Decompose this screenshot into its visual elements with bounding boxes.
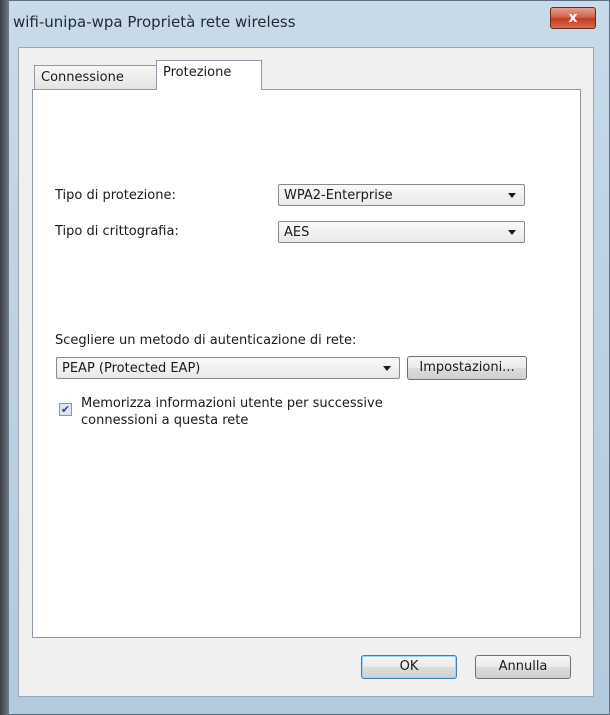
dialog-body: Connessione Protezione Tipo di protezion… — [18, 47, 594, 697]
tab-protezione[interactable]: Protezione — [156, 60, 262, 90]
tab-connessione[interactable]: Connessione — [34, 65, 158, 89]
security-type-label: Tipo di protezione: — [55, 188, 176, 203]
window-title: wifi-unipa-wpa Proprietà rete wireless — [13, 13, 296, 31]
close-button[interactable]: x — [550, 7, 596, 29]
wireless-properties-window: wifi-unipa-wpa Proprietà rete wireless x… — [0, 0, 610, 715]
ok-button[interactable]: OK — [361, 655, 457, 679]
auth-method-label: Scegliere un metodo di autenticazione di… — [55, 333, 357, 348]
chevron-down-icon — [508, 230, 516, 235]
remember-credentials-label-line1: Memorizza informazioni utente per succes… — [81, 396, 383, 411]
encryption-type-dropdown[interactable]: AES — [278, 221, 525, 243]
remember-credentials-label-line2: connessioni a questa rete — [81, 413, 249, 428]
encryption-type-value: AES — [284, 225, 310, 240]
tab-protezione-label: Protezione — [163, 65, 232, 80]
close-icon: x — [568, 10, 578, 26]
encryption-type-label: Tipo di crittografia: — [55, 224, 179, 239]
auth-method-value: PEAP (Protected EAP) — [62, 361, 201, 376]
checkmark-icon: ✔ — [60, 403, 71, 416]
remember-credentials-checkbox[interactable]: ✔ — [59, 403, 72, 416]
security-type-dropdown[interactable]: WPA2-Enterprise — [278, 184, 525, 206]
settings-button[interactable]: Impostazioni... — [407, 356, 527, 380]
security-type-value: WPA2-Enterprise — [284, 188, 393, 203]
chevron-down-icon — [383, 366, 391, 371]
title-bar[interactable]: wifi-unipa-wpa Proprietà rete wireless x — [1, 1, 609, 39]
tab-connessione-label: Connessione — [41, 70, 124, 85]
protezione-panel: Tipo di protezione: WPA2-Enterprise Tipo… — [32, 89, 581, 638]
cancel-button[interactable]: Annulla — [475, 655, 571, 679]
background-edge — [0, 0, 9, 715]
chevron-down-icon — [508, 193, 516, 198]
auth-method-dropdown[interactable]: PEAP (Protected EAP) — [56, 357, 400, 379]
